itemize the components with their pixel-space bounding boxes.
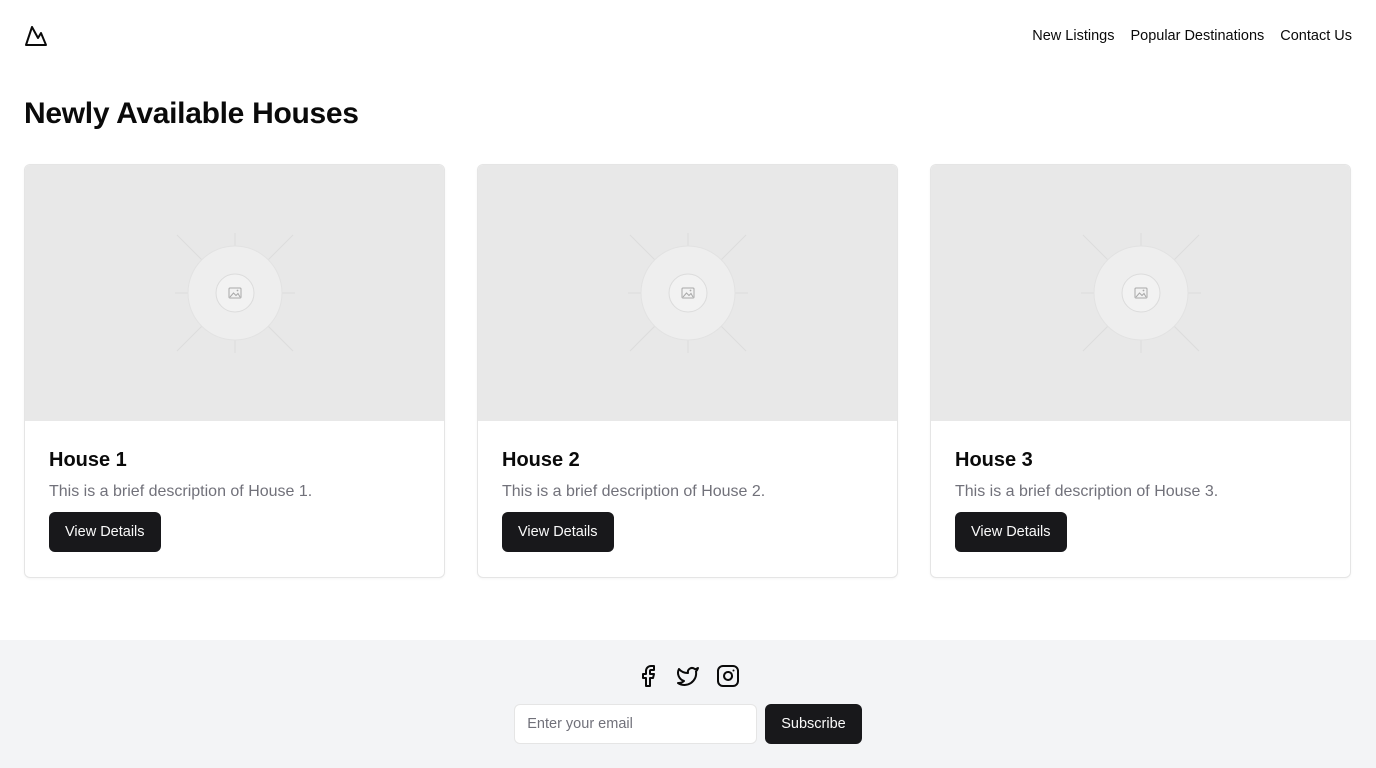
instagram-icon[interactable] <box>716 664 740 688</box>
image-placeholder-icon <box>627 233 748 353</box>
mountain-logo-icon[interactable] <box>24 24 48 48</box>
subscribe-button[interactable]: Subscribe <box>765 704 862 744</box>
house-card: House 1 This is a brief description of H… <box>24 164 445 578</box>
page-title: Newly Available Houses <box>24 97 359 130</box>
image-placeholder-icon <box>1080 233 1201 353</box>
twitter-icon[interactable] <box>676 664 700 688</box>
card-description: This is a brief description of House 1. <box>49 483 313 500</box>
facebook-icon[interactable] <box>636 664 660 688</box>
site-footer: Subscribe <box>0 640 1376 768</box>
house-image-placeholder <box>931 165 1350 421</box>
card-title: House 1 <box>49 449 127 471</box>
house-card: House 3 This is a brief description of H… <box>930 164 1351 578</box>
newsletter-form: Subscribe <box>0 704 1376 744</box>
card-title: House 3 <box>955 449 1033 471</box>
house-image-placeholder <box>25 165 444 421</box>
main-nav: New Listings Popular Destinations Contac… <box>1032 27 1352 45</box>
card-description: This is a brief description of House 2. <box>502 483 766 500</box>
house-card: House 2 This is a brief description of H… <box>477 164 898 578</box>
email-input[interactable] <box>514 704 758 744</box>
card-title: House 2 <box>502 449 580 471</box>
nav-link-popular-destinations[interactable]: Popular Destinations <box>1130 27 1264 45</box>
view-details-button[interactable]: View Details <box>49 512 161 552</box>
image-placeholder-icon <box>174 233 295 353</box>
view-details-button[interactable]: View Details <box>502 512 614 552</box>
card-description: This is a brief description of House 3. <box>955 483 1219 500</box>
social-links <box>0 664 1376 688</box>
house-cards: House 1 This is a brief description of H… <box>24 164 1352 578</box>
view-details-button[interactable]: View Details <box>955 512 1067 552</box>
nav-link-contact-us[interactable]: Contact Us <box>1280 27 1352 45</box>
site-header: New Listings Popular Destinations Contac… <box>0 0 1376 72</box>
house-image-placeholder <box>478 165 897 421</box>
nav-link-new-listings[interactable]: New Listings <box>1032 27 1114 45</box>
